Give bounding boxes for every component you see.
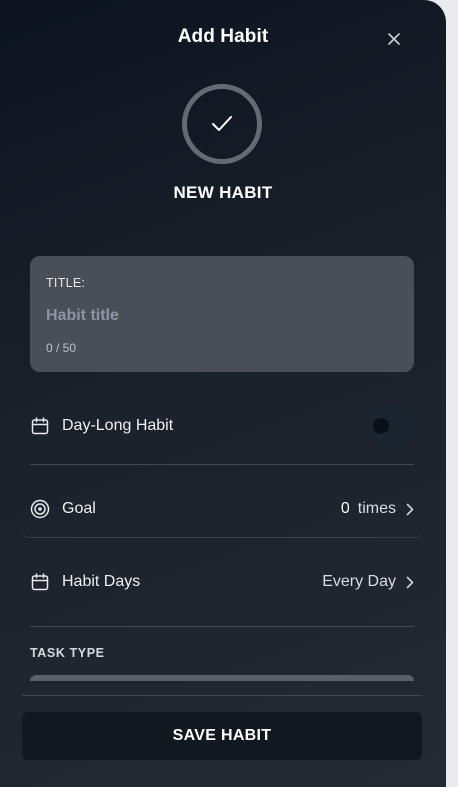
check-icon — [212, 116, 232, 131]
day-long-habit-row: Day-Long Habit — [30, 404, 414, 448]
task-type-label: TASK TYPE — [30, 646, 105, 660]
task-type-selector[interactable] — [30, 675, 414, 681]
footer-divider — [22, 695, 422, 696]
goal-unit: times — [357, 500, 396, 517]
title-card: TITLE: 0 / 50 — [30, 256, 414, 372]
habit-days-label: Habit Days — [62, 573, 141, 590]
habit-days-row[interactable]: Habit Days Every Day — [30, 560, 414, 604]
divider — [30, 464, 414, 465]
close-button[interactable] — [383, 28, 405, 50]
add-habit-modal: Add Habit NEW HABIT TITLE: 0 / 50 Day-Lo… — [0, 0, 446, 787]
divider — [30, 626, 414, 627]
toggle-knob — [373, 418, 389, 434]
goal-count: 0 — [340, 500, 350, 517]
title-label: TITLE: — [46, 276, 86, 290]
goal-row[interactable]: Goal 0 times — [30, 487, 414, 531]
day-long-habit-label: Day-Long Habit — [62, 417, 174, 434]
chevron-right-icon — [406, 576, 414, 589]
target-icon — [30, 499, 50, 519]
calendar-icon — [30, 416, 50, 436]
title-char-counter: 0 / 50 — [46, 341, 77, 355]
new-habit-label: NEW HABIT — [173, 183, 273, 202]
modal-title: Add Habit — [177, 26, 269, 47]
chevron-right-icon — [406, 503, 414, 516]
goal-label: Goal — [62, 500, 96, 517]
day-long-habit-toggle[interactable] — [368, 404, 414, 448]
save-habit-button[interactable]: SAVE HABIT — [22, 712, 422, 760]
habit-title-input[interactable] — [46, 304, 396, 328]
close-icon — [388, 33, 400, 45]
habit-days-value: Every Day — [322, 573, 396, 590]
habit-status-circle — [182, 84, 262, 164]
calendar-icon — [30, 572, 50, 592]
